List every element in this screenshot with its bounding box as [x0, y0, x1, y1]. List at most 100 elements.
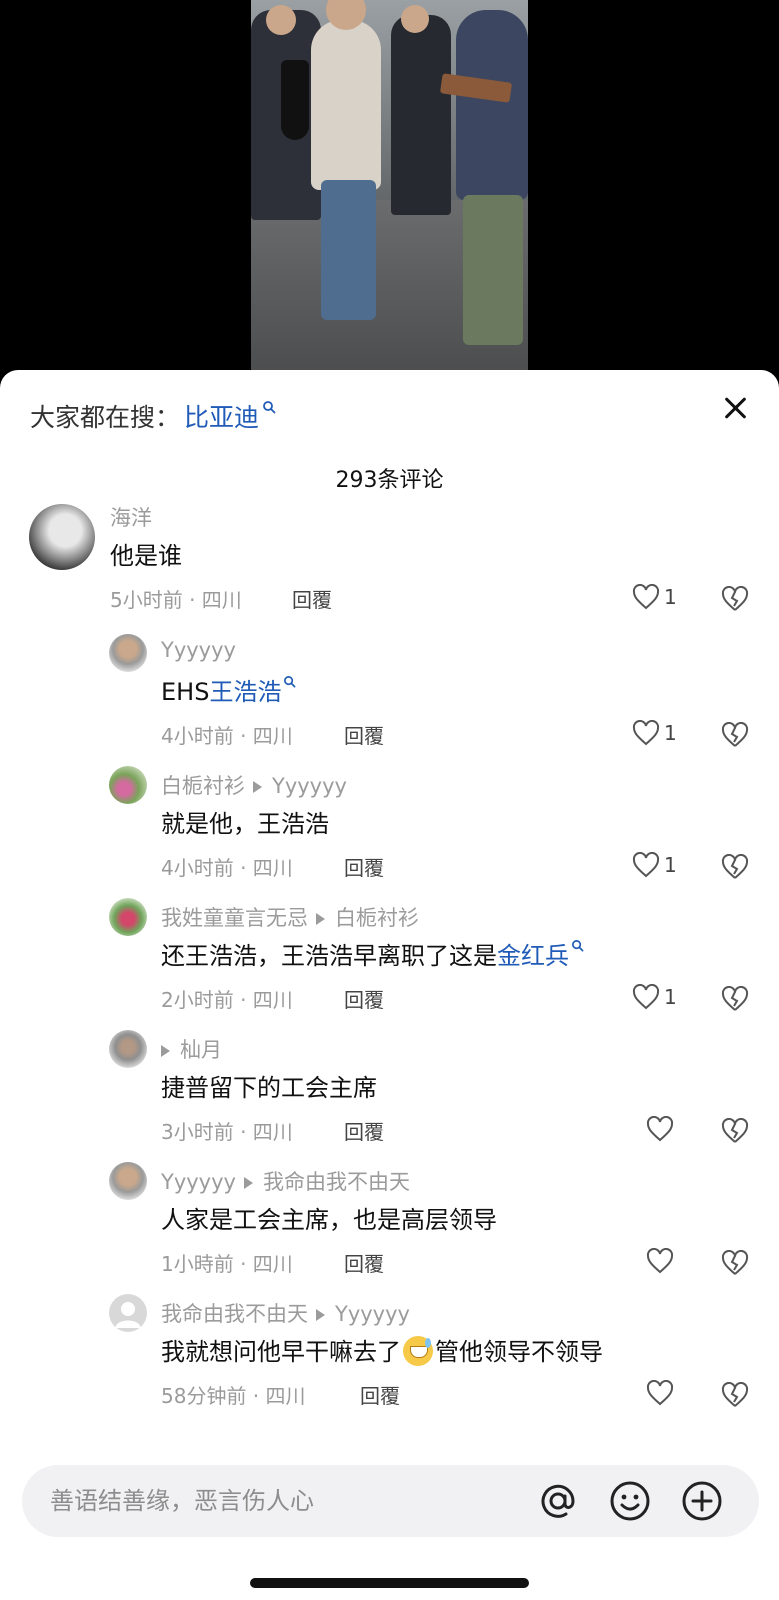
avatar[interactable]: [109, 1162, 147, 1200]
heart-icon: [646, 1380, 674, 1406]
like-button[interactable]: [646, 1248, 674, 1274]
comment-text: 人家是工会主席，也是高层领导: [161, 1206, 497, 1234]
video-crowd-middle: [391, 15, 451, 215]
avatar[interactable]: [109, 1030, 147, 1068]
comment-search-link[interactable]: 金红兵: [497, 942, 569, 970]
comment-meta: 2小时前 · 四川: [161, 988, 293, 1012]
reply-to-username[interactable]: 我命由我不由天: [263, 1170, 410, 1194]
broken-heart-icon[interactable]: [721, 854, 749, 880]
comment-username-text: 白栀衬衫: [161, 774, 245, 798]
reply-button[interactable]: 回覆: [344, 984, 384, 1013]
comment-username[interactable]: 白栀衬衫 Yyyyyy: [161, 770, 347, 800]
like-button[interactable]: [646, 1380, 674, 1406]
trending-search[interactable]: 大家都在搜： 比亚迪: [30, 398, 276, 434]
video-player[interactable]: [0, 0, 779, 380]
comment-input-bar: [22, 1465, 759, 1537]
comment-username[interactable]: 杣月: [161, 1034, 222, 1064]
broken-heart-icon[interactable]: [721, 1250, 749, 1276]
home-indicator[interactable]: [250, 1578, 529, 1588]
broken-heart-icon[interactable]: [721, 986, 749, 1012]
comment-text-prefix: EHS: [161, 678, 210, 706]
reply-button[interactable]: 回覆: [344, 1116, 384, 1145]
broken-heart-icon[interactable]: [721, 1118, 749, 1144]
video-person-right: [456, 10, 528, 200]
video-crowd-head: [266, 5, 296, 35]
trending-search-term[interactable]: 比亚迪: [184, 398, 259, 434]
close-icon[interactable]: [718, 392, 752, 426]
reply-button[interactable]: 回覆: [360, 1380, 400, 1409]
heart-icon: [632, 984, 660, 1010]
reply-button[interactable]: 回覆: [344, 720, 384, 749]
heart-icon: [646, 1116, 674, 1142]
broken-heart-icon[interactable]: [721, 586, 749, 612]
plus-circle-icon[interactable]: [680, 1479, 724, 1523]
like-button[interactable]: 1: [632, 984, 677, 1010]
comment-meta: 3小时前 · 四川: [161, 1120, 293, 1144]
search-icon: [572, 940, 584, 952]
comment-username[interactable]: 我命由我不由天 Yyyyyy: [161, 1298, 410, 1328]
avatar[interactable]: [109, 898, 147, 936]
comment-meta: 5小时前 · 四川: [110, 588, 242, 612]
comment-text: 他是谁: [110, 542, 182, 570]
comment-meta: 58分钟前 · 四川: [161, 1384, 306, 1408]
like-button[interactable]: 1: [632, 852, 677, 878]
reply-button[interactable]: 回覆: [344, 852, 384, 881]
comment-count-title: 293条评论: [335, 468, 444, 493]
comment-username-text: Yyyyyy: [161, 1170, 236, 1194]
like-button[interactable]: 1: [632, 584, 677, 610]
avatar[interactable]: [109, 1294, 147, 1332]
video-speaker: [311, 20, 381, 190]
broken-heart-icon[interactable]: [721, 722, 749, 748]
reply-arrow-icon: [316, 1309, 325, 1321]
like-button[interactable]: 1: [632, 720, 677, 746]
megaphone-image: [281, 60, 309, 140]
comment-text: 我就想问他早干嘛去了 管他领导不领导: [161, 1332, 603, 1367]
search-icon: [263, 401, 276, 414]
comment-text: 捷普留下的工会主席: [161, 1074, 377, 1102]
comment-username-text: 杣月: [180, 1038, 222, 1062]
heart-icon: [632, 584, 660, 610]
heart-icon: [632, 852, 660, 878]
video-frame: [251, 0, 528, 370]
trending-search-prefix: 大家都在搜：: [30, 403, 181, 432]
comment-username[interactable]: 海洋: [110, 502, 152, 532]
comment-username-text: 我姓童童言无忌: [161, 906, 308, 930]
comment-text: 就是他，王浩浩: [161, 810, 329, 838]
like-count: 1: [664, 721, 677, 745]
comment-search-link[interactable]: 王浩浩: [209, 678, 281, 706]
video-crowd-head: [401, 5, 429, 33]
reply-arrow-icon: [243, 1177, 253, 1189]
comment-item: 白栀衬衫 Yyyyyy 就是他，王浩浩 4小时前 · 四川 回覆 1: [0, 766, 779, 886]
reply-button[interactable]: 回覆: [344, 1248, 384, 1277]
comment-username[interactable]: 我姓童童言无忌 白栀衬衫: [161, 902, 419, 932]
avatar[interactable]: [109, 634, 147, 672]
at-icon[interactable]: [536, 1479, 580, 1523]
comment-sheet: 大家都在搜： 比亚迪 293条评论 海洋 他是谁 5小时前 · 四川 回覆 1 …: [0, 370, 779, 1600]
reply-button[interactable]: 回覆: [292, 584, 332, 613]
video-person-right-legs: [463, 195, 523, 345]
default-avatar-icon: [115, 1302, 141, 1328]
comment-meta: 4小时前 · 四川: [161, 856, 293, 880]
avatar[interactable]: [109, 766, 147, 804]
comment-text-suffix: 管他领导不领导: [435, 1338, 603, 1366]
comment-text: 还王浩浩，王浩浩早离职了这是金红兵: [161, 936, 584, 971]
like-count: 1: [664, 985, 677, 1009]
comment-item: Yyyyyy 我命由我不由天 人家是工会主席，也是高层领导 1小時前 · 四川 回…: [0, 1162, 779, 1282]
comment-username[interactable]: Yyyyyy 我命由我不由天: [161, 1166, 410, 1196]
heart-icon: [646, 1248, 674, 1274]
like-button[interactable]: [646, 1116, 674, 1142]
sweat-smile-emoji-icon: [403, 1336, 433, 1366]
comment-username[interactable]: Yyyyyy: [161, 638, 236, 662]
reply-to-username[interactable]: 白栀衬衫: [335, 906, 419, 930]
comment-text: EHS王浩浩: [161, 672, 296, 707]
broken-heart-icon[interactable]: [721, 1382, 749, 1408]
smiley-icon[interactable]: [608, 1479, 652, 1523]
comment-username-text: 我命由我不由天: [161, 1302, 308, 1326]
comment-input[interactable]: [50, 1465, 490, 1537]
avatar[interactable]: [29, 504, 95, 570]
heart-icon: [632, 720, 660, 746]
reply-to-username[interactable]: Yyyyyy: [272, 774, 347, 798]
reply-to-username[interactable]: Yyyyyy: [335, 1302, 410, 1326]
comment-meta: 1小時前 · 四川: [161, 1252, 293, 1276]
reply-arrow-icon: [316, 913, 325, 925]
